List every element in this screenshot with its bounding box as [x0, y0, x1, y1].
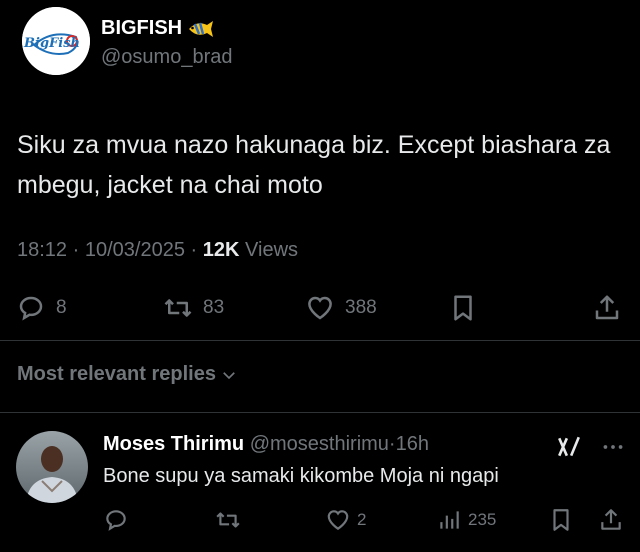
reply-text: Bone supu ya samaki kikombe Moja ni ngap…	[103, 465, 499, 487]
reply-retweet-button[interactable]	[215, 505, 241, 535]
reply-views-count: 235	[468, 510, 497, 529]
reply-author-name[interactable]: Moses Thirimu	[103, 433, 244, 455]
divider	[0, 340, 640, 341]
reply-age[interactable]: 16h	[396, 433, 429, 455]
more-options-button[interactable]	[600, 434, 626, 460]
tweet-meta: 18:12 · 10/03/2025 · 12K Views	[17, 239, 298, 262]
fish-icon	[186, 19, 214, 39]
author-avatar[interactable]: BigFish	[22, 7, 90, 75]
grok-icon	[558, 436, 580, 457]
bookmark-icon	[454, 295, 472, 321]
share-icon	[601, 509, 621, 530]
replies-sort-label: Most relevant replies	[17, 363, 216, 385]
author-name-row[interactable]: BIGFISH	[101, 17, 214, 40]
views-count: 12K	[202, 239, 240, 261]
reply-author-avatar[interactable]	[16, 431, 88, 503]
retweet-button[interactable]: 83	[163, 290, 224, 326]
grok-button[interactable]	[556, 434, 582, 460]
share-button[interactable]	[592, 290, 622, 326]
more-icon	[603, 445, 623, 449]
views-label: Views	[245, 239, 299, 261]
meta-separator: ·	[72, 239, 80, 261]
retweet-count: 83	[203, 297, 225, 318]
share-icon	[595, 295, 619, 320]
reply-avatar-photo	[16, 431, 88, 503]
heart-icon	[327, 510, 349, 530]
reply-header: Moses Thirimu @mosesthirimu·16h	[103, 433, 429, 456]
divider	[0, 412, 640, 413]
svg-text:BigFish: BigFish	[23, 36, 80, 51]
retweet-icon	[216, 512, 240, 528]
bookmark-icon	[553, 509, 569, 531]
reply-like-count: 2	[357, 510, 367, 529]
reply-views-button[interactable]: 235	[436, 505, 496, 535]
reply-author-handle[interactable]: @mosesthirimu	[250, 433, 389, 455]
reply-share-button[interactable]	[598, 505, 624, 535]
meta-separator: ·	[388, 433, 396, 455]
heart-icon	[308, 296, 332, 320]
like-count: 388	[345, 297, 377, 318]
meta-separator: ·	[190, 239, 198, 261]
replies-sort-dropdown[interactable]: Most relevant replies	[17, 363, 238, 386]
reply-button[interactable]: 8	[16, 290, 67, 326]
bigfish-logo: BigFish	[22, 7, 90, 75]
author-handle[interactable]: @osumo_brad	[101, 46, 232, 69]
author-display-name[interactable]: BIGFISH	[101, 17, 182, 40]
reply-icon	[19, 296, 43, 321]
bookmark-button[interactable]	[448, 290, 478, 326]
retweet-icon	[164, 299, 192, 317]
reply-icon	[106, 510, 126, 531]
like-button[interactable]: 388	[305, 290, 377, 326]
reply-bookmark-button[interactable]	[548, 505, 574, 535]
analytics-icon	[440, 511, 459, 529]
reply-count: 8	[56, 297, 67, 318]
tweet-text: Siku za mvua nazo hakunaga biz. Except b…	[17, 131, 611, 199]
tweet-time[interactable]: 18:12	[17, 239, 67, 261]
chevron-down-icon	[223, 371, 235, 379]
reply-like-button[interactable]: 2	[325, 505, 366, 535]
reply-reply-button[interactable]	[103, 505, 129, 535]
tweet-date[interactable]: 10/03/2025	[85, 239, 185, 261]
